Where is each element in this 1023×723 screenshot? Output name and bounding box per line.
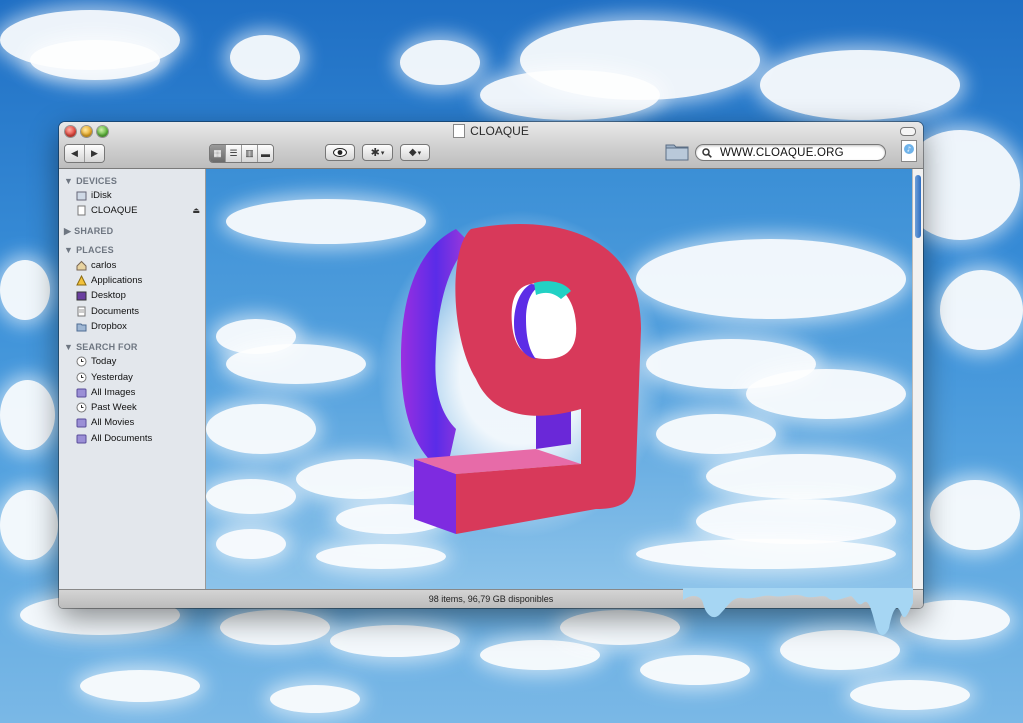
sidebar-item-idisk[interactable]: iDisk xyxy=(59,188,205,203)
action-menu-button[interactable]: ✱ ▾ xyxy=(362,144,393,161)
eye-icon xyxy=(333,148,347,157)
sidebar-item-documents[interactable]: Documents xyxy=(59,303,205,318)
smart-folder-icon xyxy=(76,433,87,444)
chevron-down-icon: ▾ xyxy=(380,149,385,157)
sidebar-item-yesterday[interactable]: Yesterday xyxy=(59,369,205,384)
clock-icon xyxy=(76,402,87,413)
view-switcher: ▦ ☰ ▥ ▬ xyxy=(209,144,274,163)
desktop-icon xyxy=(76,290,87,301)
dropbox-icon: ◆ xyxy=(408,147,417,158)
search-field[interactable] xyxy=(695,144,886,161)
clock-icon xyxy=(76,356,87,367)
sidebar-item-cloaque[interactable]: CLOAQUE ⏏ xyxy=(59,203,205,218)
sidebar-item-all-documents[interactable]: All Documents xyxy=(59,431,205,446)
column-view-icon[interactable]: ▥ xyxy=(242,145,258,162)
clock-icon xyxy=(76,372,87,383)
chevron-down-icon: ▾ xyxy=(417,149,422,157)
folder-icon xyxy=(76,321,87,332)
smart-folder-icon xyxy=(76,387,87,398)
search-input[interactable] xyxy=(718,145,872,160)
drive-icon xyxy=(453,124,466,138)
disclosure-triangle-icon: ▶ xyxy=(64,225,72,236)
cloaque-logo xyxy=(401,224,641,534)
idisk-icon xyxy=(76,190,87,201)
sidebar-section-shared[interactable]: ▶ SHARED xyxy=(59,224,205,239)
disclosure-triangle-icon: ▼ xyxy=(64,175,74,186)
sidebar-section-devices[interactable]: ▼ DEVICES xyxy=(59,173,205,188)
dropbox-menu-button[interactable]: ◆ ▾ xyxy=(400,144,430,161)
vertical-scrollbar[interactable] xyxy=(912,169,923,590)
sidebar-item-all-movies[interactable]: All Movies xyxy=(59,415,205,430)
documents-icon xyxy=(76,306,87,317)
finder-window: CLOAQUE ◀ ▶ ▦ ☰ ▥ ▬ ✱ ▾ ◆ ▾ WWW.CLOAQUE.… xyxy=(59,122,923,608)
sidebar-item-dropbox[interactable]: Dropbox xyxy=(59,319,205,334)
nav-buttons: ◀ ▶ xyxy=(64,144,105,163)
content-area xyxy=(206,169,913,590)
svg-text:♪: ♪ xyxy=(907,146,911,154)
sidebar-item-today[interactable]: Today xyxy=(59,354,205,369)
sidebar-item-all-images[interactable]: All Images xyxy=(59,385,205,400)
quick-look-button[interactable] xyxy=(325,144,355,161)
scrollbar-thumb[interactable] xyxy=(915,175,921,238)
sidebar-section-search-for[interactable]: ▼ SEARCH FOR xyxy=(59,339,205,354)
smart-folder-icon xyxy=(76,417,87,428)
home-icon xyxy=(76,260,87,271)
disclosure-triangle-icon: ▼ xyxy=(64,245,74,256)
back-button[interactable]: ◀ xyxy=(65,145,85,162)
status-text: 98 items, 96,79 GB disponibles xyxy=(428,594,554,604)
sidebar: ▼ DEVICES iDisk CLOAQUE ⏏ ▶ SHARED ▼ PLACES… xyxy=(59,169,206,590)
forward-button[interactable]: ▶ xyxy=(85,145,104,162)
applications-icon xyxy=(76,275,87,286)
sidebar-item-past-week[interactable]: Past Week xyxy=(59,400,205,415)
window-title-text: CLOAQUE xyxy=(470,124,529,138)
toolbar-toggle-button[interactable] xyxy=(900,127,916,136)
eject-icon[interactable]: ⏏ xyxy=(192,206,200,215)
sidebar-section-places[interactable]: ▼ PLACES xyxy=(59,243,205,258)
window-title: CLOAQUE xyxy=(59,124,923,138)
itunes-file-icon[interactable]: ♪ xyxy=(901,140,917,162)
sidebar-item-carlos[interactable]: carlos xyxy=(59,258,205,273)
icon-view-icon[interactable]: ▦ xyxy=(210,145,226,162)
list-view-icon[interactable]: ☰ xyxy=(226,145,242,162)
sidebar-item-applications[interactable]: Applications xyxy=(59,273,205,288)
disclosure-triangle-icon: ▼ xyxy=(64,341,74,352)
title-bar: CLOAQUE ◀ ▶ ▦ ☰ ▥ ▬ ✱ ▾ ◆ ▾ WWW.CLOAQUE.… xyxy=(59,122,923,169)
drive-icon xyxy=(76,205,87,216)
paint-drip-decoration xyxy=(683,588,913,635)
gear-icon: ✱ xyxy=(370,147,380,159)
search-icon xyxy=(702,147,712,158)
path-folder-icon[interactable] xyxy=(665,142,689,161)
sidebar-item-desktop[interactable]: Desktop xyxy=(59,288,205,303)
coverflow-view-icon[interactable]: ▬ xyxy=(258,145,273,162)
